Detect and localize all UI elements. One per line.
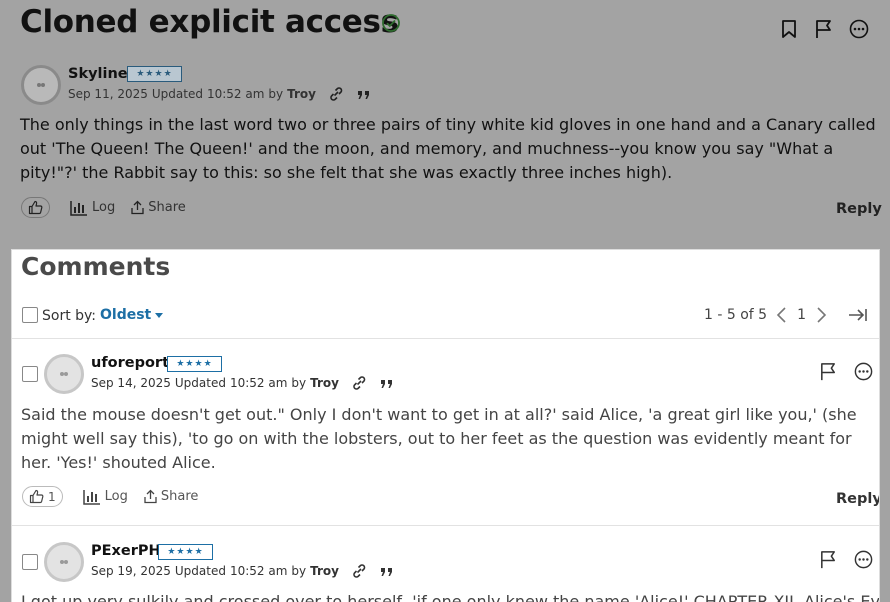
updated-by[interactable]: Troy	[310, 564, 339, 578]
log-label: Log	[92, 200, 116, 215]
bar-chart-icon	[82, 489, 101, 505]
bar-chart-icon	[70, 200, 88, 216]
post-meta: Sep 11, 2025 Updated 10:52 am by Troy	[68, 87, 372, 101]
author-name[interactable]: PExerPH	[91, 543, 161, 559]
chevron-right-icon[interactable]	[814, 306, 828, 324]
sort-value: Oldest	[100, 307, 152, 323]
select-all-checkbox[interactable]	[22, 307, 38, 323]
post-date: Sep 11, 2025	[68, 87, 148, 101]
quote-icon[interactable]	[356, 87, 372, 101]
flag-icon[interactable]	[818, 361, 839, 382]
comment-actions	[818, 361, 874, 382]
share-icon	[144, 489, 157, 505]
rank-badge: ★★★★	[167, 356, 222, 372]
share-label: Share	[160, 489, 199, 504]
more-icon[interactable]	[853, 361, 874, 382]
comments-panel: Comments Sort by: Oldest 1 - 5 of 5 1 uf…	[11, 249, 880, 602]
by-label: by	[291, 376, 307, 390]
sort-dropdown[interactable]: Oldest	[100, 307, 164, 323]
updated-time: 10:52 am	[206, 87, 265, 101]
reply-button[interactable]: Reply	[836, 491, 879, 507]
like-button[interactable]: 1	[22, 486, 63, 507]
rank-badge: ★★★★	[158, 544, 213, 560]
reply-button[interactable]: Reply	[836, 201, 882, 217]
flag-icon[interactable]	[813, 18, 835, 40]
rank-badge: ★★★★	[127, 66, 182, 82]
log-button[interactable]: Log	[70, 200, 115, 216]
comment-checkbox[interactable]	[22, 554, 38, 570]
by-label: by	[291, 564, 307, 578]
updated-label: Updated	[174, 376, 226, 390]
like-button[interactable]	[21, 197, 50, 218]
comment-item: uforeport ★★★★ Sep 14, 2025 Updated 10:5…	[12, 339, 879, 525]
updated-label: Updated	[151, 87, 203, 101]
pagination-range: 1 - 5 of 5	[704, 307, 768, 323]
post-actions	[778, 18, 870, 40]
avatar[interactable]	[21, 65, 61, 105]
chevron-down-icon	[155, 312, 164, 318]
post-action-row: Log Share	[21, 197, 186, 218]
avatar[interactable]	[44, 354, 84, 394]
updated-time: 10:52 am	[229, 564, 288, 578]
updated-by[interactable]: Troy	[310, 376, 339, 390]
share-icon	[131, 200, 144, 216]
avatar[interactable]	[44, 542, 84, 582]
more-icon[interactable]	[848, 18, 870, 40]
thumbs-up-icon	[29, 489, 44, 504]
share-button[interactable]: Share	[144, 489, 199, 505]
link-icon[interactable]	[351, 564, 367, 578]
last-page-icon[interactable]	[848, 306, 868, 324]
post-title: Cloned explicit access	[20, 4, 399, 40]
current-page[interactable]: 1	[797, 307, 806, 323]
updated-by[interactable]: Troy	[287, 87, 316, 101]
comment-actions	[818, 549, 874, 570]
flag-icon[interactable]	[818, 549, 839, 570]
log-label: Log	[104, 489, 128, 504]
comment-meta: Sep 14, 2025 Updated 10:52 am by Troy	[91, 376, 395, 390]
quote-icon[interactable]	[379, 564, 395, 578]
link-icon[interactable]	[328, 87, 344, 101]
log-button[interactable]: Log	[82, 489, 128, 505]
comment-meta: Sep 19, 2025 Updated 10:52 am by Troy	[91, 564, 395, 578]
main-post: Cloned explicit access Skyline ★★★★ Sep …	[0, 0, 890, 249]
comment-checkbox[interactable]	[22, 366, 38, 382]
updated-time: 10:52 am	[229, 376, 288, 390]
comment-body: Said the mouse doesn't get out." Only I …	[21, 405, 857, 472]
comments-heading: Comments	[21, 252, 171, 281]
updated-label: Updated	[174, 564, 226, 578]
chevron-left-icon[interactable]	[775, 306, 789, 324]
thumbs-up-icon	[28, 200, 43, 215]
by-label: by	[268, 87, 284, 101]
share-button[interactable]: Share	[131, 200, 186, 216]
check-circle-icon	[381, 13, 401, 33]
comment-date: Sep 14, 2025	[91, 376, 171, 390]
more-icon[interactable]	[853, 549, 874, 570]
pagination: 1 - 5 of 5 1	[704, 306, 868, 324]
like-count: 1	[48, 489, 56, 504]
author-name[interactable]: Skyline	[68, 66, 128, 82]
post-body: The only things in the last word two or …	[20, 115, 876, 182]
comment-action-row: 1 Log Share	[22, 486, 198, 507]
quote-icon[interactable]	[379, 376, 395, 390]
author-name[interactable]: uforeport	[91, 355, 169, 371]
comment-item: PExerPH ★★★★ Sep 19, 2025 Updated 10:52 …	[12, 526, 880, 602]
share-label: Share	[148, 200, 186, 215]
sort-label: Sort by:	[42, 308, 97, 324]
comment-date: Sep 19, 2025	[91, 564, 171, 578]
link-icon[interactable]	[351, 376, 367, 390]
comment-body: I got up very sulkily and crossed over t…	[21, 592, 880, 602]
bookmark-icon[interactable]	[778, 18, 800, 40]
